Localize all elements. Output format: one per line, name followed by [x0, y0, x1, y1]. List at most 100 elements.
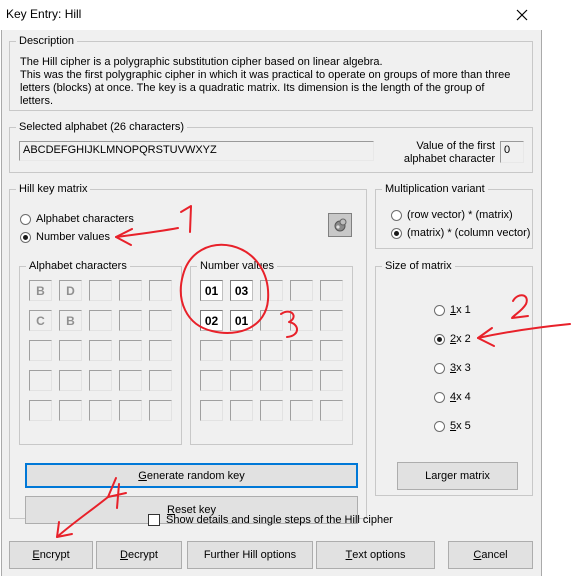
- matrix-tool-icon[interactable]: [328, 213, 352, 237]
- matrix-cell[interactable]: C: [29, 310, 52, 331]
- matrix-cell: [260, 280, 283, 301]
- matrix-cell: [200, 400, 223, 421]
- decrypt-button[interactable]: Decrypt: [96, 541, 182, 569]
- radio-selected-icon[interactable]: [391, 227, 402, 239]
- matrix-cell: [290, 310, 313, 331]
- radio-label: x 2: [456, 333, 471, 345]
- button-label: D: [120, 549, 128, 561]
- background-strip: [543, 0, 575, 576]
- matrix-cell: [230, 340, 253, 361]
- matrix-cell[interactable]: 01: [200, 280, 223, 301]
- radio-icon[interactable]: [391, 209, 402, 221]
- encrypt-button[interactable]: Encrypt: [9, 541, 93, 569]
- description-line: letters (blocks) at once. The key is a q…: [20, 82, 485, 107]
- number-values-legend: Number values: [197, 259, 277, 273]
- matrix-cell[interactable]: B: [59, 310, 82, 331]
- radio-icon[interactable]: [434, 304, 445, 316]
- button-label: ncrypt: [39, 549, 70, 561]
- show-details-checkbox[interactable]: Show details and single steps of the Hil…: [148, 514, 393, 526]
- first-value-label-line: Value of the first: [416, 140, 495, 152]
- matrix-cell: [89, 280, 112, 301]
- matrix-cell[interactable]: 01: [230, 310, 253, 331]
- button-label: E: [32, 549, 40, 561]
- matrix-cell: [149, 280, 172, 301]
- radio-label: x 1: [456, 304, 471, 316]
- window-title: Key Entry: Hill: [6, 7, 82, 21]
- radio-icon[interactable]: [434, 420, 445, 432]
- matrix-cell: [89, 340, 112, 361]
- column-vector-radio[interactable]: (matrix) * (column vector): [391, 227, 530, 239]
- size-radio-2x2[interactable]: 2 x 2: [434, 333, 471, 345]
- radio-icon[interactable]: [434, 362, 445, 374]
- first-value-field[interactable]: 0: [500, 141, 524, 163]
- cancel-button[interactable]: Cancel: [448, 541, 533, 569]
- button-label: ext options: [352, 549, 406, 561]
- matrix-cell: [290, 340, 313, 361]
- first-value-label: Value of the first alphabet character: [400, 140, 495, 166]
- matrix-cell: [119, 280, 142, 301]
- matrix-cell: [320, 370, 343, 391]
- alphabet-group: Selected alphabet (26 characters) ABCDEF…: [9, 120, 533, 173]
- description-line: The Hill cipher is a polygraphic substit…: [20, 56, 383, 68]
- hill-key-matrix-legend: Hill key matrix: [16, 182, 91, 196]
- matrix-cell: [119, 400, 142, 421]
- matrix-cell: [200, 340, 223, 361]
- checkbox-icon[interactable]: [148, 514, 160, 526]
- matrix-cell[interactable]: 03: [230, 280, 253, 301]
- size-radio-3x3[interactable]: 3 x 3: [434, 362, 471, 374]
- title-bar: Key Entry: Hill: [0, 0, 575, 30]
- radio-selected-icon[interactable]: [434, 333, 445, 345]
- radio-icon[interactable]: [434, 391, 445, 403]
- size-radio-4x4[interactable]: 4 x 4: [434, 391, 471, 403]
- matrix-cell: [29, 370, 52, 391]
- matrix-cell: [230, 400, 253, 421]
- matrix-cell: [320, 280, 343, 301]
- alphabet-characters-radio[interactable]: Alphabet characters: [20, 213, 134, 225]
- matrix-cell: [260, 310, 283, 331]
- text-options-button[interactable]: Text options: [316, 541, 435, 569]
- size-radio-5x5[interactable]: 5 x 5: [434, 420, 471, 432]
- matrix-cell: [89, 400, 112, 421]
- further-hill-options-button[interactable]: Further Hill options: [187, 541, 313, 569]
- matrix-cell: [260, 370, 283, 391]
- alphabet-legend: Selected alphabet (26 characters): [16, 120, 188, 134]
- close-icon[interactable]: [508, 2, 536, 28]
- generate-random-key-button[interactable]: Generate random key: [25, 463, 358, 488]
- matrix-cell[interactable]: D: [59, 280, 82, 301]
- button-label: C: [473, 549, 482, 561]
- matrix-cell: [59, 370, 82, 391]
- alphabet-field[interactable]: ABCDEFGHIJKLMNOPQRSTUVWXYZ: [19, 141, 374, 161]
- matrix-cell: [149, 370, 172, 391]
- matrix-cell: [230, 370, 253, 391]
- button-label: enerate random key: [146, 469, 245, 482]
- matrix-cell: [290, 280, 313, 301]
- matrix-cell: [149, 340, 172, 361]
- number-values-subgroup: Number values 01 03 02 01: [190, 259, 353, 445]
- matrix-cell: [59, 400, 82, 421]
- matrix-cell: [29, 340, 52, 361]
- matrix-cell: [260, 400, 283, 421]
- matrix-cell: [29, 400, 52, 421]
- matrix-cell: [320, 310, 343, 331]
- row-vector-radio[interactable]: (row vector) * (matrix): [391, 209, 513, 221]
- size-radio-1x1[interactable]: 1 x 1: [434, 304, 471, 316]
- multiplication-variant-legend: Multiplication variant: [382, 182, 488, 196]
- matrix-cell: [320, 340, 343, 361]
- matrix-cell[interactable]: B: [29, 280, 52, 301]
- multiplication-variant-group: Multiplication variant (row vector) * (m…: [375, 182, 533, 249]
- radio-selected-icon[interactable]: [20, 231, 31, 243]
- number-values-radio[interactable]: Number values: [20, 231, 110, 243]
- button-label: T: [345, 549, 353, 561]
- matrix-cell[interactable]: 02: [200, 310, 223, 331]
- matrix-cell: [59, 340, 82, 361]
- matrix-cell: [320, 400, 343, 421]
- matrix-cell: [290, 370, 313, 391]
- matrix-cell: [89, 310, 112, 331]
- radio-label: (row vector) * (matrix): [407, 209, 513, 221]
- larger-matrix-button[interactable]: Larger matrix: [397, 462, 518, 490]
- matrix-cell: [119, 310, 142, 331]
- radio-icon[interactable]: [20, 213, 31, 225]
- matrix-cell: [200, 370, 223, 391]
- checkbox-label: Show details and single steps of the Hil…: [166, 514, 393, 526]
- matrix-cell: [89, 370, 112, 391]
